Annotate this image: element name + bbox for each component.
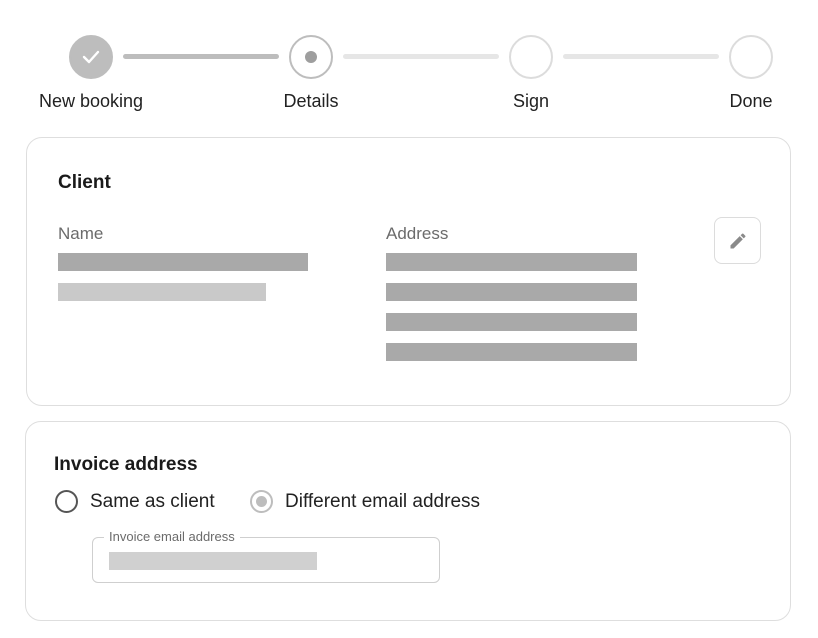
radio-different-email[interactable]: Different email address [250,490,480,513]
step-connector-1 [123,54,279,59]
invoice-email-value-placeholder [109,552,317,570]
radio-same-as-client-label: Same as client [90,490,215,512]
invoice-address-card: Invoice address Same as client Different… [25,421,791,621]
address-placeholder-line-3 [386,313,637,331]
invoice-address-title: Invoice address [54,454,198,475]
step-connector-3 [563,54,719,59]
step-label-new-booking: New booking [38,91,144,111]
check-icon [82,50,100,64]
radio-button-checked[interactable] [250,490,273,513]
address-label: Address [386,224,449,243]
name-placeholder-line-1 [58,253,308,271]
step-label-details: Details [283,91,339,111]
name-placeholder-line-2 [58,283,266,301]
invoice-email-input[interactable]: Invoice email address [92,529,440,583]
name-label: Name [58,224,104,243]
step-details[interactable] [289,35,333,79]
radio-same-as-client[interactable]: Same as client [55,490,215,513]
client-title: Client [58,172,111,193]
step-sign[interactable] [509,35,553,79]
step-connector-2 [343,54,499,59]
step-new-booking[interactable] [69,35,113,79]
edit-client-button[interactable] [714,217,761,264]
radio-dot-icon [256,496,267,507]
dot-icon [305,51,317,63]
address-placeholder-line-2 [386,283,637,301]
step-label-sign: Sign [512,91,550,111]
invoice-email-label: Invoice email address [104,529,240,544]
step-label-done: Done [729,91,773,111]
address-placeholder-line-4 [386,343,637,361]
radio-button-unchecked[interactable] [55,490,78,513]
booking-stepper: New booking Details Sign Done [0,0,818,120]
pencil-icon [730,232,746,248]
address-placeholder-line-1 [386,253,637,271]
radio-different-email-label: Different email address [285,490,481,512]
client-card: Client Name Address [26,137,791,406]
step-done[interactable] [729,35,773,79]
